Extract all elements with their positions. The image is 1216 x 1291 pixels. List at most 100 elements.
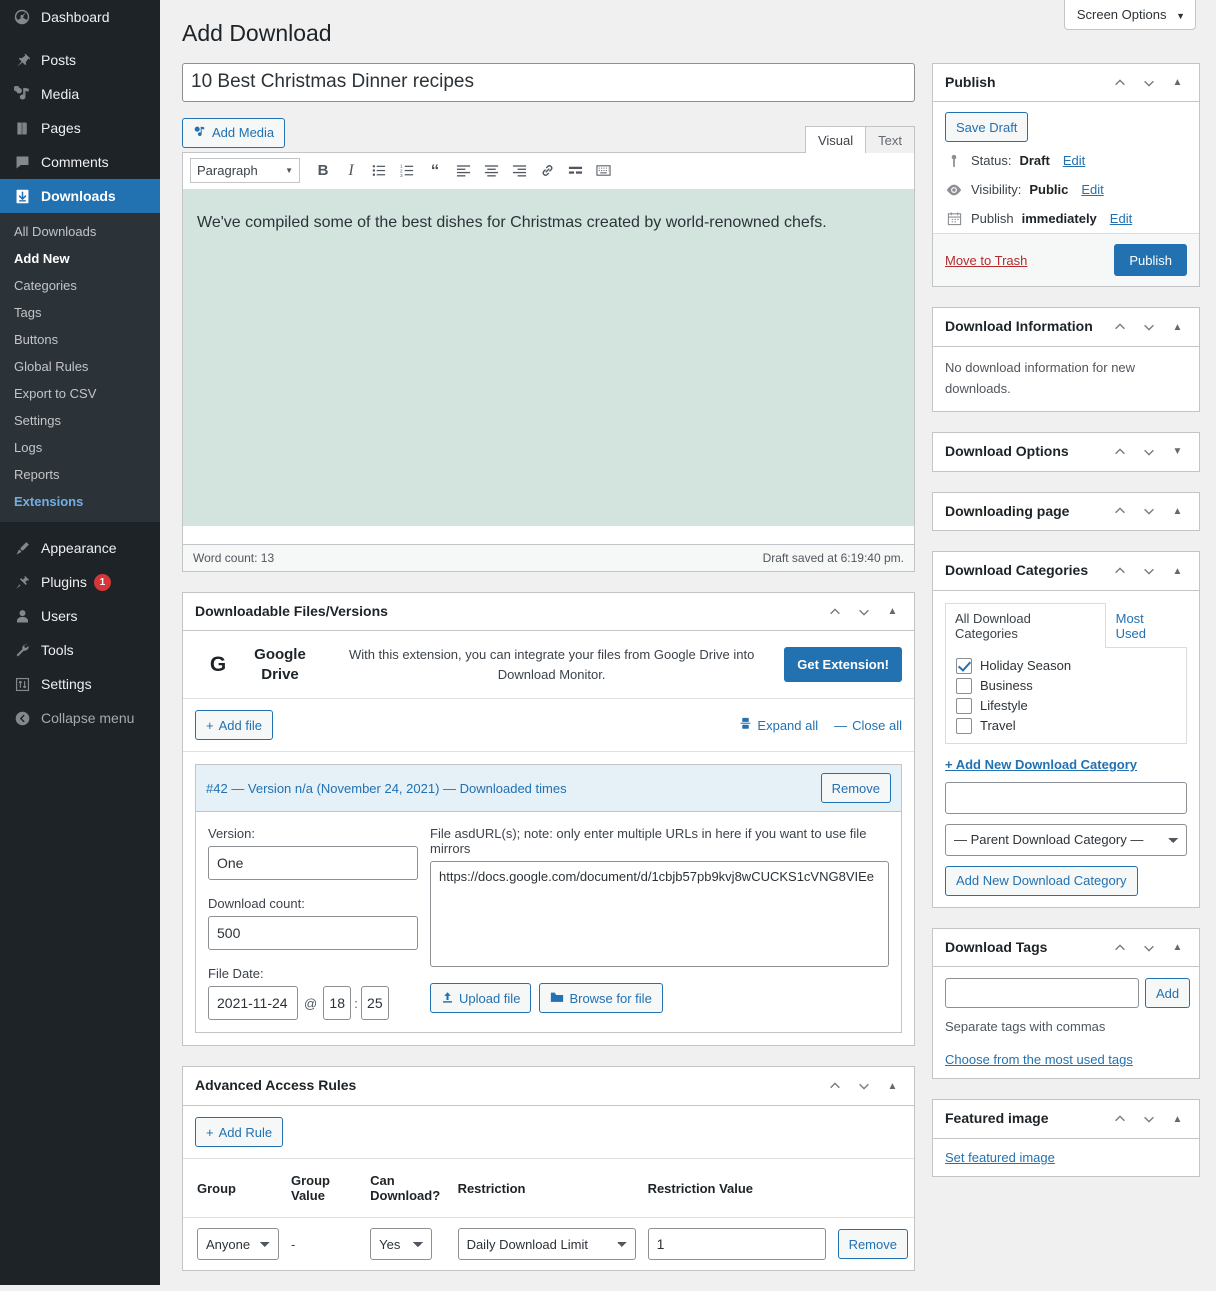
submenu-item-export-to-csv[interactable]: Export to CSV xyxy=(0,380,160,407)
tab-most-used[interactable]: Most Used xyxy=(1106,603,1187,648)
submenu-item-tags[interactable]: Tags xyxy=(0,299,160,326)
set-featured-image-link[interactable]: Set featured image xyxy=(945,1150,1055,1165)
add-tag-button[interactable]: Add xyxy=(1145,978,1190,1008)
sidebar-item-appearance[interactable]: Appearance xyxy=(0,531,160,565)
add-media-button[interactable]: Add Media xyxy=(182,118,285,148)
toggle-panel-icon[interactable]: ▲ xyxy=(1164,933,1191,963)
toggle-panel-icon[interactable]: ▼ xyxy=(1164,437,1191,467)
submenu-item-settings[interactable]: Settings xyxy=(0,407,160,434)
move-up-icon[interactable] xyxy=(1106,933,1133,963)
remove-file-button[interactable]: Remove xyxy=(821,773,891,803)
submenu-item-all-downloads[interactable]: All Downloads xyxy=(0,218,160,245)
restriction-select[interactable]: Daily Download Limit xyxy=(458,1228,636,1260)
toggle-panel-icon[interactable]: ▲ xyxy=(1164,1104,1191,1134)
group-select[interactable]: Anyone xyxy=(197,1228,279,1260)
submenu-item-extensions[interactable]: Extensions xyxy=(0,488,160,515)
move-up-icon[interactable] xyxy=(1106,1104,1133,1134)
publish-button[interactable]: Publish xyxy=(1114,244,1187,276)
italic-icon[interactable]: I xyxy=(338,158,364,184)
sidebar-item-comments[interactable]: Comments xyxy=(0,145,160,179)
align-left-icon[interactable] xyxy=(450,158,476,184)
add-new-category-link[interactable]: + Add New Download Category xyxy=(945,757,1187,772)
list-item[interactable]: Travel xyxy=(956,716,1176,736)
tab-visual[interactable]: Visual xyxy=(805,126,866,153)
list-item[interactable]: Business xyxy=(956,676,1176,696)
align-center-icon[interactable] xyxy=(478,158,504,184)
toggle-panel-icon[interactable]: ▲ xyxy=(1164,496,1191,526)
file-date-input[interactable] xyxy=(208,986,298,1020)
bold-icon[interactable]: B xyxy=(310,158,336,184)
list-item[interactable]: Lifestyle xyxy=(956,696,1176,716)
numbered-list-icon[interactable]: 123 xyxy=(394,158,420,184)
read-more-icon[interactable] xyxy=(562,158,588,184)
parent-category-select[interactable]: — Parent Download Category — xyxy=(945,824,1187,856)
tab-text[interactable]: Text xyxy=(865,126,915,153)
restriction-value-input[interactable] xyxy=(648,1228,826,1260)
move-up-icon[interactable] xyxy=(1106,437,1133,467)
checkbox-icon[interactable] xyxy=(956,678,972,694)
align-right-icon[interactable] xyxy=(506,158,532,184)
move-down-icon[interactable] xyxy=(1135,437,1162,467)
tab-all-download-categories[interactable]: All Download Categories xyxy=(945,603,1106,648)
move-up-icon[interactable] xyxy=(821,1071,848,1101)
paragraph-format-select[interactable]: Paragraph ▼ xyxy=(190,158,300,183)
most-used-tags-link[interactable]: Choose from the most used tags xyxy=(945,1052,1187,1067)
move-up-icon[interactable] xyxy=(1106,312,1133,342)
move-up-icon[interactable] xyxy=(1106,496,1133,526)
submenu-item-add-new[interactable]: Add New xyxy=(0,245,160,272)
new-category-name-input[interactable] xyxy=(945,782,1187,814)
schedule-edit-link[interactable]: Edit xyxy=(1110,211,1132,226)
move-up-icon[interactable] xyxy=(821,597,848,627)
submenu-item-categories[interactable]: Categories xyxy=(0,272,160,299)
sidebar-item-downloads[interactable]: Downloads xyxy=(0,179,160,213)
sidebar-item-posts[interactable]: Posts xyxy=(0,43,160,77)
checkbox-icon[interactable] xyxy=(956,698,972,714)
upload-file-button[interactable]: Upload file xyxy=(430,983,531,1013)
visibility-edit-link[interactable]: Edit xyxy=(1081,182,1103,197)
move-down-icon[interactable] xyxy=(1135,312,1162,342)
browse-file-button[interactable]: Browse for file xyxy=(539,983,662,1013)
collapse-menu-button[interactable]: Collapse menu xyxy=(0,701,160,735)
tag-input[interactable] xyxy=(945,978,1139,1008)
move-down-icon[interactable] xyxy=(1135,1104,1162,1134)
move-down-icon[interactable] xyxy=(850,597,877,627)
move-to-trash-link[interactable]: Move to Trash xyxy=(945,253,1027,268)
remove-rule-button[interactable]: Remove xyxy=(838,1229,908,1259)
sidebar-item-media[interactable]: Media xyxy=(0,77,160,111)
post-title-input[interactable] xyxy=(182,63,915,102)
sidebar-item-settings[interactable]: Settings xyxy=(0,667,160,701)
editor-content-area[interactable]: We've compiled some of the best dishes f… xyxy=(183,190,914,526)
can-download-select[interactable]: Yes xyxy=(370,1228,432,1260)
checkbox-icon[interactable] xyxy=(956,658,972,674)
toolbar-toggle-icon[interactable] xyxy=(590,158,616,184)
submenu-item-buttons[interactable]: Buttons xyxy=(0,326,160,353)
toggle-panel-icon[interactable]: ▲ xyxy=(1164,312,1191,342)
sidebar-item-dashboard[interactable]: Dashboard xyxy=(0,0,160,34)
toggle-panel-icon[interactable]: ▲ xyxy=(1164,556,1191,586)
submenu-item-logs[interactable]: Logs xyxy=(0,434,160,461)
close-all-link[interactable]: — Close all xyxy=(834,718,902,733)
status-edit-link[interactable]: Edit xyxy=(1063,153,1085,168)
file-version-header[interactable]: #42 — Version n/a (November 24, 2021) — … xyxy=(196,765,901,812)
bulleted-list-icon[interactable] xyxy=(366,158,392,184)
save-draft-button[interactable]: Save Draft xyxy=(945,112,1028,142)
sidebar-item-pages[interactable]: Pages xyxy=(0,111,160,145)
move-down-icon[interactable] xyxy=(1135,933,1162,963)
toggle-panel-icon[interactable]: ▲ xyxy=(879,1071,906,1101)
add-rule-button[interactable]: + Add Rule xyxy=(195,1117,283,1147)
checkbox-icon[interactable] xyxy=(956,718,972,734)
add-new-download-category-button[interactable]: Add New Download Category xyxy=(945,866,1138,896)
link-icon[interactable] xyxy=(534,158,560,184)
add-file-button[interactable]: + Add file xyxy=(195,710,273,740)
file-minute-input[interactable] xyxy=(361,986,389,1020)
sidebar-item-users[interactable]: Users xyxy=(0,599,160,633)
version-input[interactable] xyxy=(208,846,418,880)
toggle-panel-icon[interactable]: ▲ xyxy=(1164,68,1191,98)
move-down-icon[interactable] xyxy=(1135,68,1162,98)
move-down-icon[interactable] xyxy=(1135,556,1162,586)
list-item[interactable]: Holiday Season xyxy=(956,656,1176,676)
submenu-item-reports[interactable]: Reports xyxy=(0,461,160,488)
expand-all-link[interactable]: Expand all xyxy=(739,717,818,733)
file-hour-input[interactable] xyxy=(323,986,351,1020)
move-up-icon[interactable] xyxy=(1106,68,1133,98)
